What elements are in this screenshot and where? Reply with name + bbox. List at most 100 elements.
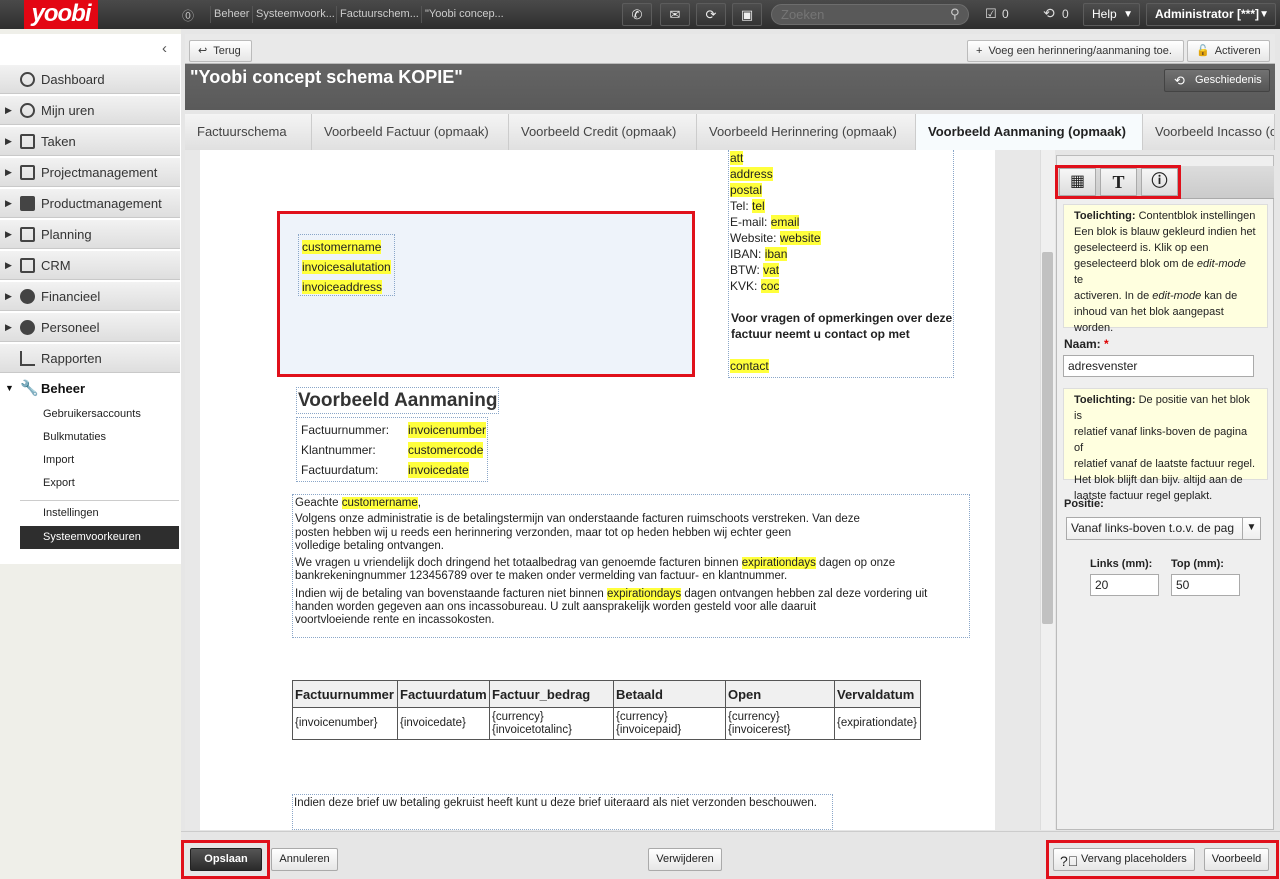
tab-voorbeeld-credit[interactable]: Voorbeeld Credit (opmaak) [509,114,697,150]
document-heading[interactable]: Voorbeeld Aanmaning [296,387,499,414]
expanded-icon: ▼ [5,383,14,393]
note-text: kan de [1201,290,1238,302]
sidebar-sub-instellingen[interactable]: Instellingen [43,507,99,519]
sidebar-item-projectmanagement[interactable]: ▶ Projectmanagement [0,157,180,187]
sidebar-item-rapporten[interactable]: Rapporten [0,343,180,373]
sidebar-item-label: Rapporten [41,351,102,366]
tab-voorbeeld-incasso[interactable]: Voorbeeld Incasso (op [1143,114,1275,150]
position-label: Positie: [1064,498,1104,510]
sidebar-sub-systeemvoorkeuren[interactable]: Systeemvoorkeuren [20,526,179,549]
cell-text: {invoicedate} [400,717,466,730]
meta-label: Factuurnummer: [301,423,390,437]
menu-icon[interactable]: ⓪ [182,7,194,24]
paragraph-1-line-1: Volgens onze administratie is de betalin… [295,513,860,526]
sidebar-item-financieel[interactable]: ▶ Financieel [0,281,180,311]
paragraph-1-line-2: posten hebben wij u reeds een herinnerin… [295,526,792,539]
sidebar-item-productmanagement[interactable]: ▶ Productmanagement [0,188,180,218]
save-button[interactable]: Opslaan [190,848,262,871]
search-icon[interactable]: ⚲ [950,6,960,22]
tab-factuurschema[interactable]: Factuurschema [185,114,312,150]
note-text: geselecteerd is. Klik op een [1074,242,1209,254]
sidebar-sub-gebruikersaccounts[interactable]: Gebruikersaccounts [43,408,141,420]
history-button[interactable]: ⟲ Geschiedenis [1164,69,1270,92]
cell-text: {invoicenumber} [295,717,378,730]
expand-icon: ▶ [5,291,12,301]
delete-button[interactable]: Verwijderen [648,848,722,871]
clock-icon [20,103,35,118]
table-row: {invoicenumber} {invoicedate} {currency}… [292,707,921,740]
footer-text-block[interactable]: Indien deze brief uw betaling gekruist h… [292,794,833,830]
sidebar-sub-export[interactable]: Export [43,477,75,489]
top-mm-input[interactable] [1171,574,1240,596]
note-text: Het blok blijft dan bijv. altijd aan de [1074,474,1243,486]
user-label: Administrator [***] [1155,7,1260,21]
placeholder-invoiceaddress: invoiceaddress [302,280,383,294]
btw-label: BTW: [730,263,760,277]
sidebar-item-dashboard[interactable]: Dashboard [0,64,180,94]
collapse-sidebar-icon[interactable]: ‹ [162,40,167,57]
expand-icon: ▶ [5,260,12,270]
expand-icon: ▶ [5,136,12,146]
replace-placeholders-button[interactable]: ?⃝ Vervang placeholders [1053,848,1195,871]
scrollbar-thumb[interactable] [1042,252,1053,624]
cell-text: {expirationdate} [837,717,917,730]
breadcrumb-factuurschema[interactable]: Factuurschem... [336,6,421,23]
sidebar-item-mijn-uren[interactable]: ▶ Mijn uren [0,95,180,125]
checklist-icon [20,134,35,149]
sidebar-item-label: Dashboard [41,72,105,87]
search-input[interactable] [771,4,969,25]
sync-count: 0 [1062,7,1069,21]
company-info-block[interactable]: att address postal Tel: tel E-mail: emai… [728,150,954,378]
breadcrumb-schema[interactable]: "Yoobi concep... [421,6,507,23]
mail-icon[interactable]: ✉ [660,3,690,26]
meta-label: Factuurdatum: [301,463,379,477]
sidebar-item-label: Mijn uren [41,103,95,118]
invoice-table[interactable]: Factuurnummer Factuurdatum Factuur_bedra… [292,680,921,740]
placeholder-customername: customername [341,497,418,509]
invoice-meta-block[interactable]: Factuurnummer: invoicenumber Klantnummer:… [296,417,488,482]
sidebar-sub-import[interactable]: Import [43,454,74,466]
yoobi-logo[interactable]: yoobi [24,0,98,29]
top-mm-label: Top (mm): [1171,558,1224,570]
phone-icon[interactable]: ✆ [622,3,652,26]
cancel-button[interactable]: Annuleren [271,848,338,871]
placeholder-invoicedate: invoicedate [408,462,469,478]
clipboard-icon[interactable]: ▣ [732,3,762,26]
placeholder-invoicenumber: invoicenumber [408,422,487,438]
placeholder-customername: customername [302,240,382,254]
sidebar-item-planning[interactable]: ▶ Planning [0,219,180,249]
preview-button[interactable]: Voorbeeld [1204,848,1269,871]
add-reminder-button[interactable]: + Voeg een herinnering/aanmaning toe. [967,40,1184,62]
tab-voorbeeld-aanmaning[interactable]: Voorbeeld Aanmaning (opmaak) [916,114,1143,150]
tab-voorbeeld-factuur[interactable]: Voorbeeld Factuur (opmaak) [312,114,509,150]
history-label: Geschiedenis [1195,74,1262,86]
note-title: Toelichting: [1074,210,1136,222]
tasks-icon[interactable]: ☑ [985,6,997,22]
history-icon: ⟲ [1174,73,1185,88]
left-mm-input[interactable] [1090,574,1159,596]
sidebar-item-beheer[interactable]: ▼ 🔧 Beheer [0,374,180,404]
breadcrumb-beheer[interactable]: Beheer [210,6,252,23]
refresh-icon[interactable]: ⟳ [696,3,726,26]
activate-button[interactable]: 🔓 Activeren [1187,40,1270,62]
letter-body-block[interactable]: Geachte customername, Volgens onze admin… [292,494,970,638]
sidebar-item-taken[interactable]: ▶ Taken [0,126,180,156]
sidebar-item-personeel[interactable]: ▶ Personeel [0,312,180,342]
block-name-input[interactable] [1063,355,1254,377]
user-dropdown[interactable]: Administrator [***] ▼ [1146,3,1276,26]
breadcrumb-systeemvoorkeuren[interactable]: Systeemvoork... [252,6,336,23]
required-marker: * [1104,337,1109,351]
help-dropdown[interactable]: Help ▼ [1083,3,1140,26]
website-label: Website: [730,231,777,245]
calendar-icon [20,227,35,242]
sidebar-sub-bulkmutaties[interactable]: Bulkmutaties [43,431,106,443]
tab-voorbeeld-herinnering[interactable]: Voorbeeld Herinnering (opmaak) [697,114,916,150]
back-button[interactable]: ↩ Terug [189,40,252,62]
sidebar-item-crm[interactable]: ▶ CRM [0,250,180,280]
sync-icon[interactable]: ⟲ [1043,5,1055,22]
placeholder-tel: tel [752,199,765,213]
money-icon [20,289,35,304]
footer-text: Indien deze brief uw betaling gekruist h… [294,797,817,809]
position-select[interactable]: Vanaf links-boven t.o.v. de pag ▼ [1066,517,1261,540]
add-reminder-label: Voeg een herinnering/aanmaning toe. [988,45,1172,57]
